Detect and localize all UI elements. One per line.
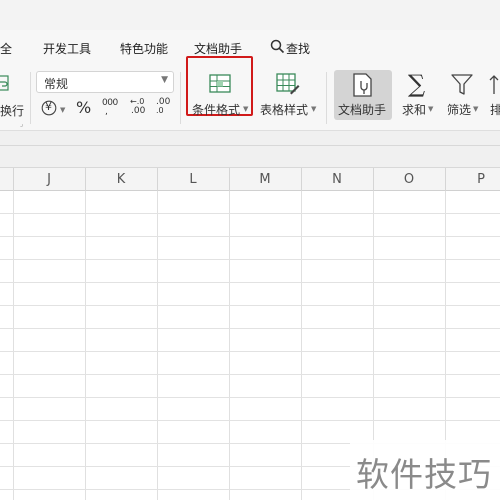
percent-button[interactable]: % [76,98,91,117]
title-strip [0,0,500,30]
chevron-down-icon[interactable]: ▼ [311,105,316,113]
ribbon-separator [180,72,181,124]
menu-item-doc-helper[interactable]: 文档助手 [194,40,242,57]
group-expand-icon[interactable]: ⌟ [20,120,23,128]
column-header-row: J K L M N O P [0,167,500,192]
grid-row-line [0,374,500,375]
column-header-n[interactable]: N [301,172,373,187]
grid-row-line [0,328,500,329]
filter-label[interactable]: 筛选 [447,101,471,118]
grid-row-line [0,397,500,398]
grid-row-line [0,259,500,260]
conditional-format-icon [209,74,231,98]
search-icon[interactable] [270,39,285,58]
table-style-icon[interactable] [276,73,300,99]
grid-row-line [0,213,500,214]
table-style-label[interactable]: 表格样式 [260,101,308,118]
grid-column-line [229,191,230,500]
column-header-o[interactable]: O [373,172,445,187]
menu-item-find[interactable]: 查找 [286,40,310,57]
grid-row-line [0,351,500,352]
sum-label[interactable]: 求和 [402,101,426,118]
sort-label[interactable]: 排 [490,101,500,118]
grid-column-line [157,191,158,500]
doc-helper-icon [352,73,374,101]
increase-decimal-button[interactable]: .00 [131,106,145,116]
menu-item-features[interactable]: 特色功能 [120,40,168,57]
chevron-down-icon[interactable]: ▼ [473,105,478,113]
chevron-down-icon[interactable]: ▼ [428,105,433,113]
doc-helper-label: 文档助手 [338,103,387,117]
chevron-down-icon: ▼ [161,75,168,85]
divider [0,145,500,146]
menu-item-dev-tools[interactable]: 开发工具 [43,40,91,57]
menu-item-security[interactable]: 全 [0,40,12,57]
grid-row-line [0,420,500,421]
column-header-m[interactable]: M [229,172,301,187]
watermark: 软件技巧 [350,440,500,500]
number-format-value: 常规 [44,77,69,91]
number-format-select[interactable]: 常规 ▼ [36,71,174,93]
increase-decimal-icon: ←.0 [130,97,145,106]
filter-icon[interactable] [451,74,473,100]
column-header-l[interactable]: L [157,172,229,187]
watermark-text: 软件技巧 [356,455,492,494]
grid-row-line [0,282,500,283]
currency-symbol: ¥ [45,100,52,113]
sort-icon[interactable] [489,74,500,100]
chevron-down-icon[interactable]: ▼ [243,105,248,113]
currency-dropdown-icon[interactable]: ▼ [60,106,65,114]
column-header-j[interactable]: J [13,172,85,187]
grid-column-line [85,191,86,500]
ribbon-separator [30,72,31,124]
grid-column-line [13,191,14,500]
sum-icon[interactable]: ∑ [408,70,425,98]
formula-bar-area [0,131,500,167]
wrap-text-label[interactable]: 换行 [0,102,24,119]
column-header-p[interactable]: P [445,172,500,187]
grid-row-line [0,236,500,237]
conditional-format-label: 条件格式 [192,103,241,117]
grid-row-line [0,305,500,306]
grid-column-line [301,191,302,500]
ribbon-separator [326,72,327,124]
thousands-comma-icon: , [105,107,108,117]
decrease-decimal-icon: .0 [156,106,164,115]
wrap-text-icon[interactable] [0,74,12,98]
column-header-k[interactable]: K [85,172,157,187]
